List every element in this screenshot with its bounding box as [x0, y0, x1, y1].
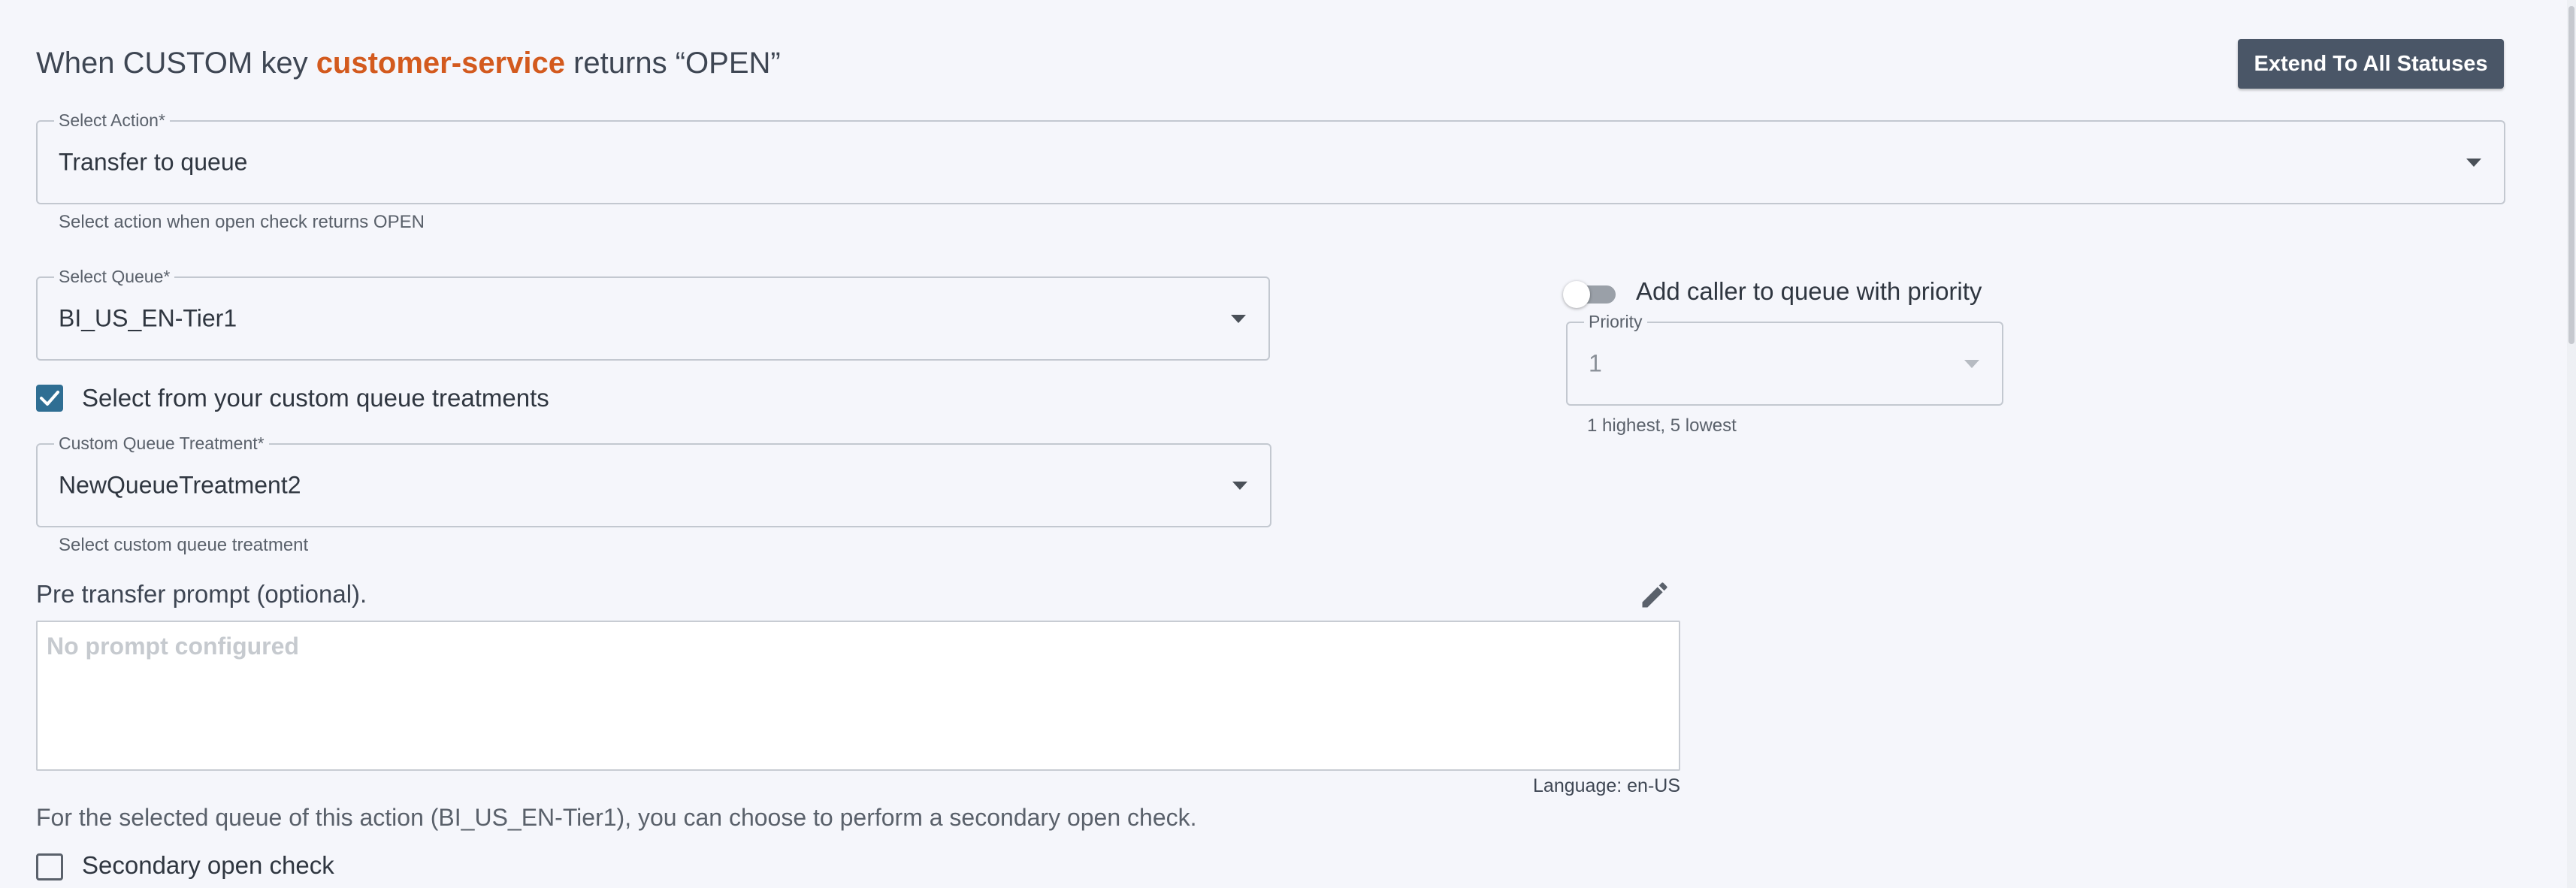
custom-treatment-checkbox[interactable] [36, 385, 63, 412]
vertical-scrollbar[interactable] [2567, 0, 2576, 888]
select-queue-label: Select Queue* [54, 266, 175, 287]
select-action-dropdown[interactable]: Select Action* Transfer to queue [36, 110, 2505, 204]
custom-key-name: customer-service [316, 47, 565, 80]
extend-to-all-statuses-button[interactable]: Extend To All Statuses [2238, 39, 2504, 89]
secondary-open-check-checkbox[interactable] [36, 853, 63, 880]
custom-queue-treatment-label: Custom Queue Treatment* [54, 433, 269, 454]
page-title: When CUSTOM key customer-service returns… [36, 44, 781, 83]
custom-queue-treatment-dropdown[interactable]: Custom Queue Treatment* NewQueueTreatmen… [36, 433, 1271, 527]
select-queue-dropdown[interactable]: Select Queue* BI_US_EN-Tier1 [36, 266, 1270, 361]
secondary-check-info: For the selected queue of this action (B… [36, 804, 1197, 831]
select-action-label: Select Action* [54, 110, 170, 131]
secondary-open-check-label: Secondary open check [82, 851, 334, 879]
title-suffix: returns “OPEN” [564, 47, 781, 80]
chevron-down-icon [2466, 159, 2481, 167]
priority-value: 1 [1589, 349, 1602, 377]
checkmark-icon [40, 391, 59, 406]
custom-treatment-checkbox-label: Select from your custom queue treatments [82, 384, 549, 412]
select-action-helper: Select action when open check returns OP… [59, 212, 425, 232]
chevron-down-icon [1964, 360, 1979, 368]
priority-toggle-label: Add caller to queue with priority [1636, 277, 1982, 305]
pencil-icon[interactable] [1638, 578, 1671, 612]
priority-dropdown[interactable]: Priority 1 [1566, 311, 2003, 406]
custom-queue-treatment-value: NewQueueTreatment2 [59, 471, 301, 499]
priority-toggle[interactable] [1563, 281, 1619, 308]
chevron-down-icon [1231, 315, 1246, 323]
prompt-language: Language: en-US [1533, 775, 1680, 796]
priority-label: Priority [1584, 311, 1647, 332]
select-action-value: Transfer to queue [59, 148, 248, 176]
chevron-down-icon [1232, 482, 1247, 490]
title-prefix: When CUSTOM key [36, 47, 316, 80]
pre-transfer-prompt-label: Pre transfer prompt (optional). [36, 580, 367, 608]
pre-transfer-prompt-box[interactable]: No prompt configured [36, 621, 1680, 771]
toggle-thumb [1563, 281, 1590, 308]
scrollbar-thumb[interactable] [2568, 6, 2574, 344]
priority-helper: 1 highest, 5 lowest [1587, 415, 1737, 436]
select-queue-value: BI_US_EN-Tier1 [59, 304, 237, 332]
prompt-placeholder: No prompt configured [47, 633, 299, 660]
custom-queue-treatment-helper: Select custom queue treatment [59, 535, 309, 555]
